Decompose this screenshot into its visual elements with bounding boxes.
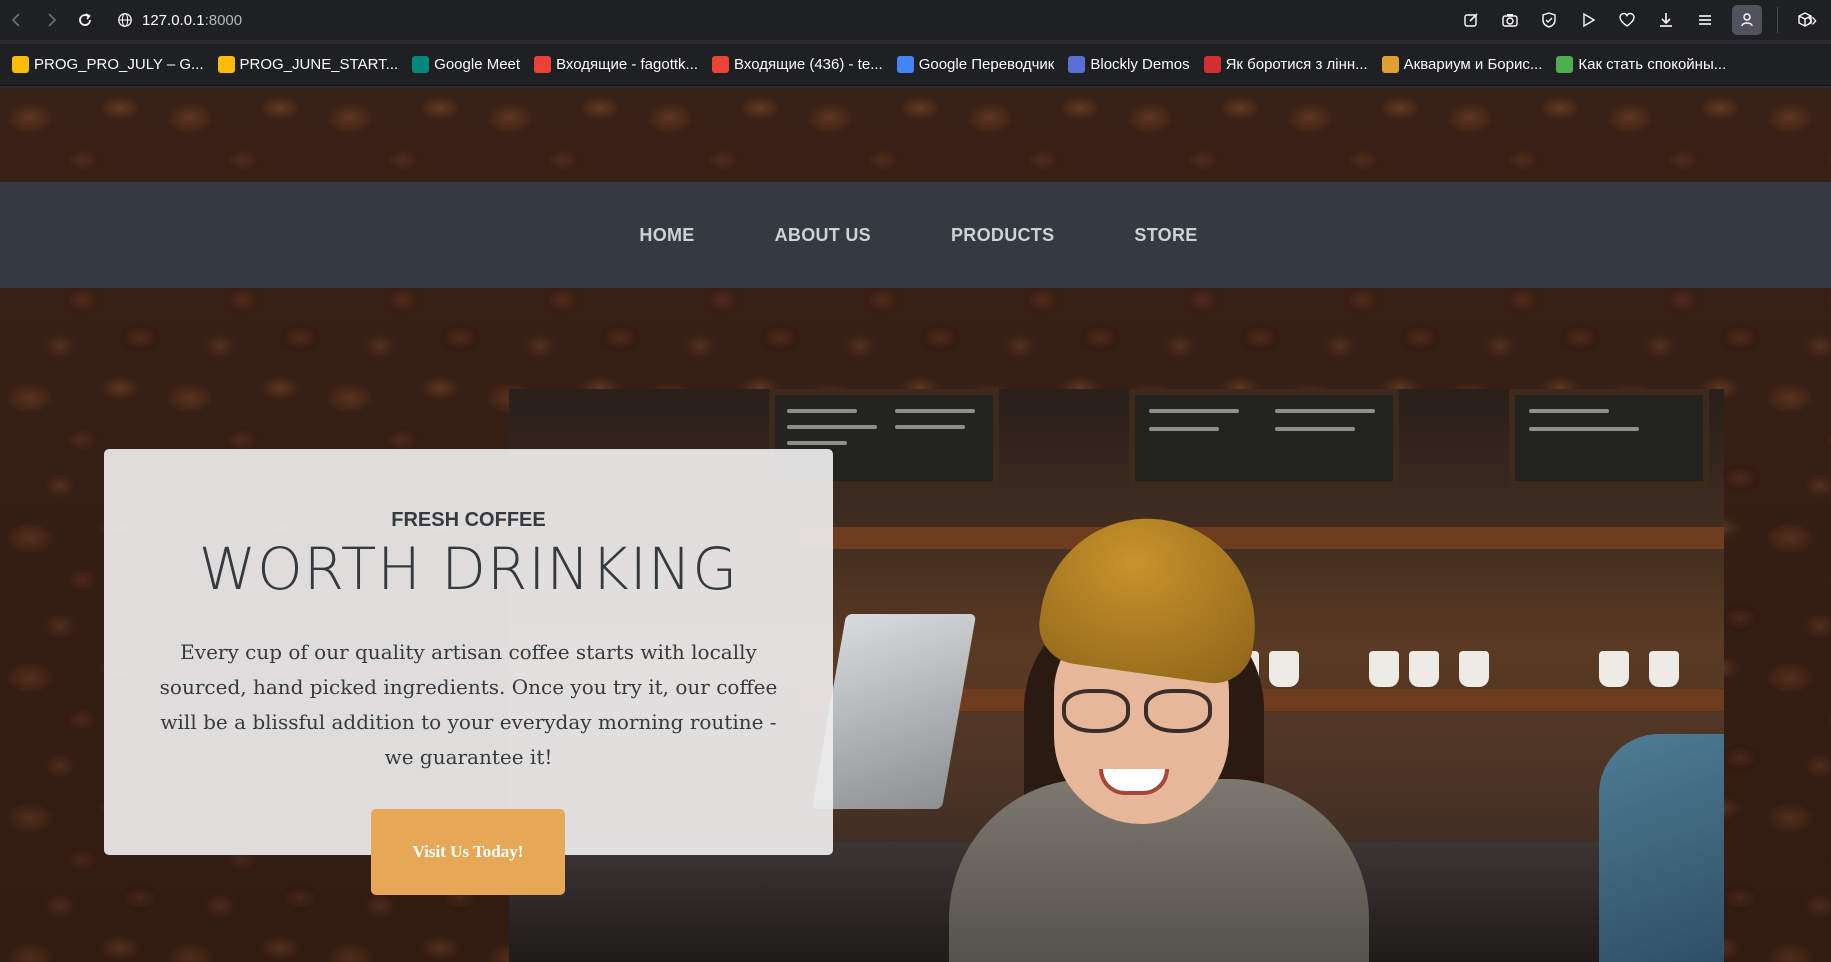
bookmark-label: PROG_JUNE_START... xyxy=(239,56,399,73)
hero-card: FRESH COFFEE WORTH DRINKING Every cup of… xyxy=(104,449,833,855)
blockly-icon xyxy=(1068,56,1086,73)
google-drive-icon xyxy=(12,56,29,73)
bookmark-item[interactable]: PROG_JUNE_START... xyxy=(217,56,399,73)
bookmarks-overflow-icon[interactable]: » xyxy=(1807,10,1817,31)
bookmark-item[interactable]: Входящие - fagottk... xyxy=(534,56,698,73)
edit-page-icon[interactable] xyxy=(1453,3,1489,37)
browser-toolbar: 127.0.0.1:8000 xyxy=(0,0,1831,40)
globe-icon xyxy=(108,4,142,36)
nav-item-about-us[interactable]: ABOUT US xyxy=(775,225,871,246)
guitar-icon xyxy=(1381,56,1399,73)
bookmark-item[interactable]: Как стать спокойны... xyxy=(1556,56,1726,73)
profile-icon[interactable] xyxy=(1732,5,1762,35)
page-viewport: HOME ABOUT US PRODUCTS STORE FRESH COFFE… xyxy=(0,88,1831,962)
hero-description: Every cup of our quality artisan coffee … xyxy=(159,640,778,769)
customer-arm xyxy=(1599,734,1724,962)
nav-item-store[interactable]: STORE xyxy=(1134,225,1197,246)
bookmarks-bar: PROG_PRO_JULY – G... PROG_JUNE_START... Go… xyxy=(0,44,1831,86)
reload-icon xyxy=(79,13,91,26)
nav-item-products[interactable]: PRODUCTS xyxy=(951,225,1054,246)
bookmark-label: Blockly Demos xyxy=(1090,56,1190,73)
nav-item-home[interactable]: HOME xyxy=(639,225,694,246)
download-icon[interactable] xyxy=(1648,3,1684,37)
address-bar[interactable]: 127.0.0.1:8000 xyxy=(108,4,1453,36)
bookmark-item[interactable]: Входящие (436) - te... xyxy=(712,56,883,73)
c-logo-icon xyxy=(1203,56,1221,73)
extensions-cube-icon[interactable] xyxy=(1787,3,1823,37)
toolbar-separator xyxy=(1777,7,1778,33)
screenshot-icon[interactable] xyxy=(1492,3,1528,37)
bookmark-item[interactable]: Google Meet xyxy=(412,56,520,73)
bookmark-label: Входящие (436) - te... xyxy=(734,56,883,73)
back-arrow-icon xyxy=(11,13,20,27)
bookmark-label: PROG_PRO_JULY – G... xyxy=(34,56,204,73)
bookmark-item[interactable]: Аквариум и Борис... xyxy=(1381,56,1543,73)
bookmark-label: Как стать спокойны... xyxy=(1578,56,1727,73)
menu-chalkboard xyxy=(1509,389,1709,487)
forward-arrow-icon xyxy=(48,13,57,27)
play-icon[interactable] xyxy=(1570,3,1606,37)
barista xyxy=(949,504,1369,962)
bookmark-label: Входящие - fagottk... xyxy=(556,56,699,73)
bookmark-label: Google Переводчик xyxy=(918,56,1055,73)
google-drive-icon xyxy=(217,56,235,73)
url-host: 127.0.0.1 xyxy=(142,11,205,29)
hero-kicker: FRESH COFFEE xyxy=(391,509,546,531)
forward-button[interactable] xyxy=(34,3,68,37)
google-translate-icon xyxy=(896,56,914,73)
gmail-icon xyxy=(534,56,552,73)
bookmark-label: Як боротися з лінн... xyxy=(1225,56,1368,73)
menu-chalkboard xyxy=(1129,389,1399,487)
reload-button[interactable] xyxy=(68,3,102,37)
gmail-icon xyxy=(712,56,730,73)
bookmark-label: Google Meet xyxy=(434,56,521,73)
green-circle-icon xyxy=(1556,56,1574,73)
bookmark-label: Аквариум и Борис... xyxy=(1403,56,1543,73)
menu-lines-icon[interactable] xyxy=(1687,3,1723,37)
back-button[interactable] xyxy=(0,3,34,37)
heart-icon[interactable] xyxy=(1609,3,1645,37)
bookmark-item[interactable]: Google Переводчик xyxy=(896,56,1055,73)
google-meet-icon xyxy=(412,56,430,73)
url-port: :8000 xyxy=(204,11,243,29)
bookmark-item[interactable]: Blockly Demos xyxy=(1068,56,1190,73)
site-nav: HOME ABOUT US PRODUCTS STORE xyxy=(0,182,1831,288)
bookmark-item[interactable]: PROG_PRO_JULY – G... xyxy=(12,56,204,73)
visit-us-button[interactable]: Visit Us Today! xyxy=(371,809,565,895)
shield-icon[interactable] xyxy=(1531,3,1567,37)
bookmark-item[interactable]: Як боротися з лінн... xyxy=(1203,56,1368,73)
hero-headline: WORTH DRINKING xyxy=(198,535,739,603)
